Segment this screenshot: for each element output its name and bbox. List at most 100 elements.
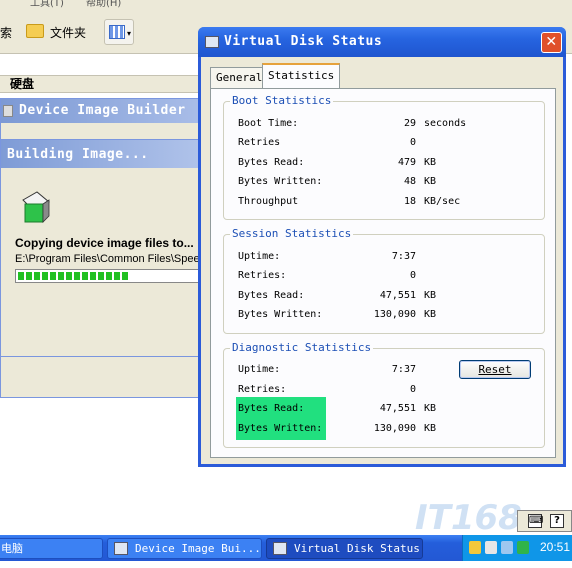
tab-general[interactable]: General [210, 67, 269, 88]
building-path: E:\Program Files\Common Files\Speec [15, 253, 201, 265]
row-label: Bytes Written: [238, 423, 323, 434]
session-statistics-label: Session Statistics [230, 227, 354, 240]
taskbar-item-virtual-disk-status[interactable]: Virtual Disk Status [266, 538, 423, 559]
boot-throughput-row: Throughput 18 KB/sec [236, 193, 460, 211]
row-value: 0 [409, 270, 416, 281]
row-label: Retries: [238, 270, 287, 281]
copy-files-icon [22, 191, 50, 223]
menu-help[interactable]: 帮助(H) [86, 0, 121, 8]
diagnostic-statistics-group: Diagnostic Statistics Uptime: 7:37 Retri… [223, 341, 545, 448]
explorer-menubar: 工具(T) 帮助(H) [0, 0, 572, 8]
row-label: Bytes Read: [238, 157, 305, 168]
search-button-label[interactable]: 索 [0, 24, 12, 41]
taskbar-item-computer[interactable]: 电脑 [0, 538, 103, 559]
row-unit: seconds [424, 118, 467, 129]
row-unit: KB [424, 290, 437, 301]
row-label: Bytes Written: [238, 309, 323, 320]
row-value: 47,551 [379, 403, 416, 414]
row-unit: KB [424, 403, 437, 414]
row-label: Retries: [238, 384, 287, 395]
tray-popup: ⌨ ? [517, 510, 572, 532]
vds-title-text: Virtual Disk Status [224, 34, 383, 49]
reset-button-label: Reset [478, 363, 512, 376]
session-uptime-row: Uptime: 7:37 [236, 248, 456, 266]
vds-title-bar[interactable]: Virtual Disk Status ✕ [198, 27, 566, 57]
diag-uptime-row: Uptime: 7:37 [236, 361, 456, 379]
shield-icon[interactable] [469, 541, 481, 554]
folders-button-label[interactable]: 文件夹 [50, 24, 86, 41]
taskbar-item-device-image-builder[interactable]: Device Image Bui... [107, 538, 262, 559]
screen-bottom [0, 561, 572, 568]
disk-icon [273, 542, 287, 555]
boot-bytes-written-row: Bytes Written: 48 KB [236, 173, 456, 191]
diagnostic-statistics-label: Diagnostic Statistics [230, 341, 374, 354]
row-value: 7:37 [391, 364, 416, 375]
keyboard-icon[interactable]: ⌨ [528, 514, 543, 528]
disk-group-header: 硬盘 [0, 75, 205, 93]
building-title-bar[interactable]: Building Image... [1, 140, 201, 168]
row-value: 47,551 [379, 290, 416, 301]
boot-statistics-group: Boot Statistics Boot Time: 29 seconds Re… [223, 94, 545, 220]
close-button[interactable]: ✕ [541, 32, 562, 53]
row-value: 130,090 [373, 423, 416, 434]
dib-body [1, 357, 201, 397]
app-icon [114, 542, 128, 555]
row-label: Retries [238, 137, 281, 148]
session-statistics-group: Session Statistics Uptime: 7:37 Retries:… [223, 227, 545, 334]
chevron-down-icon: ▾ [126, 29, 131, 38]
row-value: 130,090 [373, 309, 416, 320]
row-label: Bytes Read: [238, 403, 305, 414]
network-icon[interactable] [485, 541, 497, 554]
folder-icon[interactable] [26, 24, 44, 38]
row-value: 29 [403, 118, 416, 129]
diag-bytes-written-row: Bytes Written: 130,090 KB [236, 420, 456, 438]
boot-retries-row: Retries 0 [236, 134, 456, 152]
dib-title-text: Device Image Builder [19, 103, 186, 118]
row-label: Boot Time: [238, 118, 299, 129]
boot-time-row: Boot Time: 29 seconds [236, 115, 466, 133]
views-button[interactable]: ▾ [104, 19, 134, 45]
row-label: Bytes Written: [238, 176, 323, 187]
taskbar-item-label: 电脑 [1, 542, 23, 555]
row-label: Throughput [238, 196, 299, 207]
session-retries-row: Retries: 0 [236, 267, 456, 285]
row-value: 18 [403, 196, 416, 207]
menu-tools[interactable]: 工具(T) [30, 0, 64, 8]
row-unit: KB [424, 157, 437, 168]
help-icon[interactable]: ? [550, 514, 564, 528]
row-label: Uptime: [238, 364, 281, 375]
progress-fill [18, 272, 129, 280]
explorer-content [0, 400, 200, 535]
boot-bytes-read-row: Bytes Read: 479 KB [236, 154, 456, 172]
disk-icon [205, 36, 219, 48]
building-image-dialog: Building Image... Copying device image f… [0, 139, 205, 357]
diag-bytes-read-row: Bytes Read: 47,551 KB [236, 400, 456, 418]
tab-statistics[interactable]: Statistics [262, 63, 341, 88]
virtual-disk-status-window: Virtual Disk Status ✕ General Statistics… [198, 27, 566, 467]
row-unit: KB [424, 309, 437, 320]
taskbar-item-label: Device Image Bui... [135, 542, 261, 555]
row-unit: KB/sec [424, 196, 461, 207]
row-label: Bytes Read: [238, 290, 305, 301]
reset-button[interactable]: Reset [459, 360, 531, 379]
session-bytes-read-row: Bytes Read: 47,551 KB [236, 287, 456, 305]
row-value: 0 [409, 137, 416, 148]
system-tray: 20:51 [462, 535, 572, 561]
session-bytes-written-row: Bytes Written: 130,090 KB [236, 306, 456, 324]
dib-title-bar[interactable]: Device Image Builder [1, 99, 201, 123]
monitor-icon[interactable] [501, 541, 513, 554]
building-message: Copying device image files to... [15, 236, 194, 250]
statistics-panel: Boot Statistics Boot Time: 29 seconds Re… [210, 88, 556, 458]
row-unit: KB [424, 423, 437, 434]
row-unit: KB [424, 176, 437, 187]
row-value: 48 [403, 176, 416, 187]
diag-retries-row: Retries: 0 [236, 381, 456, 399]
volume-icon[interactable] [517, 541, 529, 554]
row-value: 479 [397, 157, 416, 168]
address-area [0, 55, 205, 75]
clock[interactable]: 20:51 [540, 540, 570, 554]
taskbar-item-label: Virtual Disk Status [294, 542, 420, 555]
watermark-logo: IT168 [415, 498, 522, 538]
app-icon [3, 105, 13, 117]
row-value: 0 [409, 384, 416, 395]
